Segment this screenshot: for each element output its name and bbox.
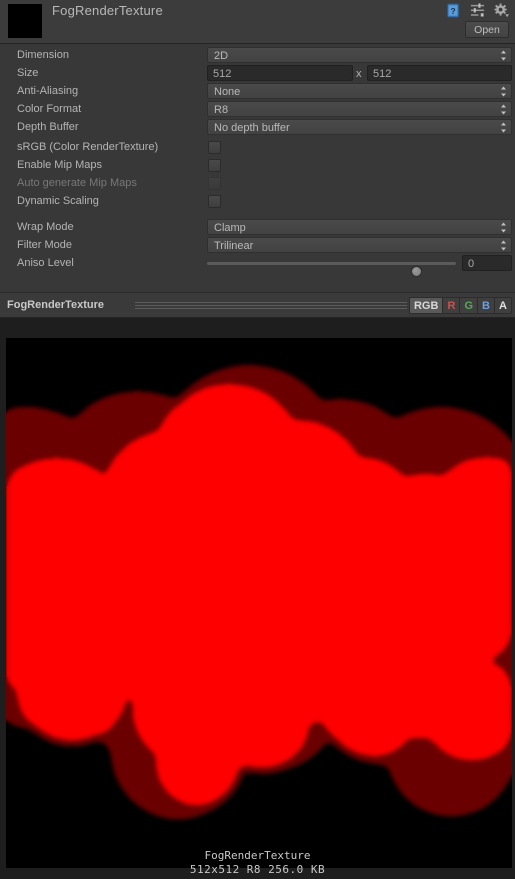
auto-generate-mip-maps-checkbox [208, 177, 221, 190]
depth-buffer-label: Depth Buffer [17, 121, 79, 133]
aniso-level-value: 0 [468, 258, 475, 270]
size-height-input[interactable]: 512 [367, 65, 512, 81]
enable-mip-maps-checkbox[interactable] [208, 159, 221, 172]
dynamic-scaling-label: Dynamic Scaling [17, 195, 99, 207]
properties-panel: Dimension 2D Size 512 x 512 Anti-Aliasin… [0, 44, 515, 292]
asset-title: FogRenderTexture [52, 3, 163, 18]
open-button[interactable]: Open [465, 21, 509, 38]
row-enable-mip-maps: Enable Mip Maps [0, 156, 515, 174]
channel-toggle-r[interactable]: R [443, 297, 461, 314]
aniso-level-input[interactable]: 0 [462, 255, 512, 271]
anti-aliasing-dropdown[interactable]: None [207, 83, 512, 99]
chevron-updown-icon [501, 222, 506, 233]
srgb-checkbox[interactable] [208, 141, 221, 154]
anti-aliasing-label: Anti-Aliasing [17, 85, 79, 97]
texture-info-details: 512x512 R8 256.0 KB [189, 863, 326, 876]
preset-icon[interactable] [470, 3, 485, 18]
preview-header-bar: FogRenderTexture RGB R G B A [0, 292, 515, 318]
row-dynamic-scaling: Dynamic Scaling [0, 192, 515, 210]
anti-aliasing-value: None [214, 86, 241, 98]
channel-toggle-a[interactable]: A [495, 297, 512, 314]
wrap-mode-label: Wrap Mode [17, 221, 74, 233]
row-dimension: Dimension 2D [0, 46, 515, 64]
texture-info-footer: FogRenderTexture 512x512 R8 256.0 KB [0, 849, 515, 877]
channel-toggle-b[interactable]: B [478, 297, 495, 314]
chevron-updown-icon [501, 86, 506, 97]
color-format-value: R8 [214, 104, 229, 116]
svg-text:?: ? [450, 6, 455, 16]
size-width-input[interactable]: 512 [207, 65, 353, 81]
row-filter-mode: Filter Mode Trilinear [0, 236, 515, 254]
enable-mip-maps-label: Enable Mip Maps [17, 159, 102, 171]
asset-thumbnail[interactable] [8, 4, 42, 38]
unity-inspector-window: FogRenderTexture ? Open Dimension 2D Siz… [0, 0, 515, 879]
srgb-label: sRGB (Color RenderTexture) [17, 141, 159, 153]
auto-generate-mip-maps-label: Auto generate Mip Maps [17, 177, 137, 189]
chevron-updown-icon [501, 50, 506, 61]
wrap-mode-value: Clamp [214, 222, 246, 234]
aniso-level-slider-handle[interactable] [411, 266, 422, 277]
dimension-value: 2D [214, 50, 229, 62]
header-icon-group: ? [446, 3, 509, 18]
channel-toggle-rgb[interactable]: RGB [408, 297, 444, 314]
aniso-level-slider[interactable] [207, 262, 456, 277]
row-size: Size 512 x 512 [0, 64, 515, 82]
filter-mode-label: Filter Mode [17, 239, 73, 251]
depth-buffer-value: No depth buffer [214, 122, 290, 134]
texture-preview-area[interactable]: FogRenderTexture 512x512 R8 256.0 KB [0, 318, 515, 879]
dynamic-scaling-checkbox[interactable] [208, 195, 221, 208]
aniso-level-label: Aniso Level [17, 257, 74, 269]
help-icon[interactable]: ? [446, 3, 461, 18]
asset-header: FogRenderTexture ? Open [0, 0, 515, 44]
row-auto-generate-mip-maps: Auto generate Mip Maps [0, 174, 515, 192]
settings-gear-icon[interactable] [494, 3, 509, 18]
filter-mode-value: Trilinear [214, 240, 254, 252]
wrap-mode-dropdown[interactable]: Clamp [207, 219, 512, 235]
row-color-format: Color Format R8 [0, 100, 515, 118]
channel-toggle-g[interactable]: G [460, 297, 478, 314]
preview-title: FogRenderTexture [7, 299, 104, 311]
size-label: Size [17, 67, 39, 79]
filter-mode-dropdown[interactable]: Trilinear [207, 237, 512, 253]
row-anti-aliasing: Anti-Aliasing None [0, 82, 515, 100]
chevron-updown-icon [501, 122, 506, 133]
color-format-dropdown[interactable]: R8 [207, 101, 512, 117]
size-width-value: 512 [213, 68, 232, 80]
chevron-updown-icon [501, 240, 506, 251]
dimension-dropdown[interactable]: 2D [207, 47, 512, 63]
texture-info-name: FogRenderTexture [204, 849, 311, 862]
texture-image[interactable] [6, 338, 512, 868]
depth-buffer-dropdown[interactable]: No depth buffer [207, 119, 512, 135]
row-depth-buffer: Depth Buffer No depth buffer [0, 118, 515, 136]
texture-canvas [6, 338, 512, 868]
size-separator: x [356, 68, 362, 80]
row-srgb: sRGB (Color RenderTexture) [0, 138, 515, 156]
chevron-updown-icon [501, 104, 506, 115]
row-wrap-mode: Wrap Mode Clamp [0, 218, 515, 236]
preview-drag-handle[interactable] [135, 302, 407, 309]
dimension-label: Dimension [17, 49, 69, 61]
color-format-label: Color Format [17, 103, 82, 115]
row-aniso-level: Aniso Level 0 [0, 254, 515, 277]
channel-toggle-group: RGB R G B A [408, 297, 512, 314]
size-height-value: 512 [373, 68, 392, 80]
